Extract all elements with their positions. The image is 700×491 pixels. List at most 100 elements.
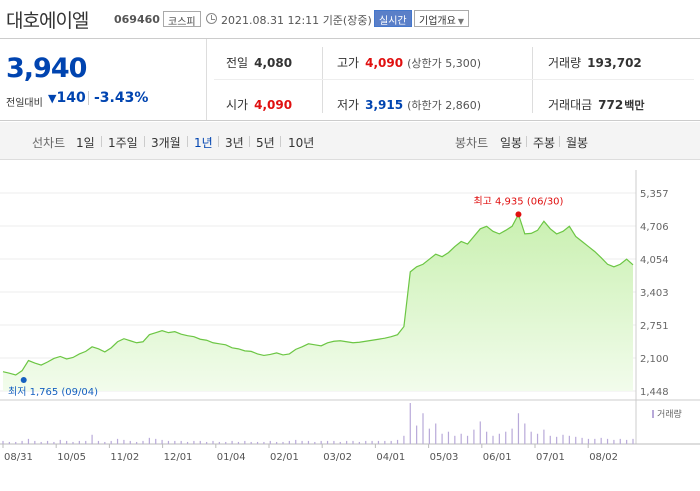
price-chart-svg: 5,357 4,706 4,054 3,403 2,751 2,100 1,448 거래량 최고… — [0, 170, 700, 463]
tab-monthly[interactable]: 월봉 — [566, 134, 588, 151]
volume-bar — [129, 440, 131, 444]
status-value: 기준(장중) — [322, 14, 372, 27]
tab-1y[interactable]: 1년 — [194, 134, 213, 151]
volume-bar — [511, 428, 513, 444]
low-label: 저가 — [337, 98, 360, 112]
price-panel: 3,940 전일대비 ▼140 -3.43% — [0, 39, 207, 120]
volume-bar — [377, 440, 380, 444]
volume-bar — [193, 440, 195, 444]
x-tick-label: 11/02 — [110, 452, 139, 463]
price-chart: 5,357 4,706 4,054 3,403 2,751 2,100 1,448 거래량 최고… — [0, 160, 700, 487]
volume-value: 193,702 — [587, 56, 642, 70]
volume-bar — [613, 439, 615, 444]
change-amount: ▼140 — [48, 90, 86, 106]
volume-bar — [225, 441, 227, 444]
volume-bar — [396, 439, 399, 444]
x-tick-label: 05/03 — [430, 452, 459, 463]
low-value: 3,915 — [365, 98, 404, 112]
y-tick-label: 3,403 — [640, 288, 669, 299]
volume-bar — [288, 440, 290, 444]
chart-tab-bar: 선차트 1일 1주일 3개월 1년 3년 5년 10년 봉차트 일봉 주봉 월봉 — [0, 122, 700, 160]
stock-name: 대호에이엘 — [6, 10, 89, 32]
stock-header: 대호에이엘 069460 코스피 2021.08.31 12:11 기준(장중)… — [0, 0, 700, 38]
volume-bar — [34, 440, 36, 444]
volume-bar — [498, 433, 500, 444]
x-tick-label: 08/31 — [4, 452, 33, 463]
volume-bar — [2, 440, 4, 444]
min-marker — [20, 376, 27, 383]
price-area — [3, 214, 633, 391]
tab-3m[interactable]: 3개월 — [151, 134, 181, 151]
volume-bar — [524, 423, 526, 444]
max-marker — [515, 211, 522, 218]
volume-bar — [104, 441, 106, 444]
volume-bar — [441, 433, 443, 444]
volume-bar — [276, 441, 278, 444]
volume-bar — [212, 440, 214, 444]
current-price: 3,940 — [6, 53, 87, 84]
tab-1w[interactable]: 1주일 — [108, 134, 138, 151]
volume-bar — [142, 440, 144, 444]
y-tick-label: 5,357 — [640, 189, 669, 200]
volume-bar — [123, 439, 125, 444]
volume-bar — [581, 437, 583, 444]
tab-5y[interactable]: 5년 — [256, 134, 275, 151]
volume-bar — [72, 441, 74, 444]
volume-legend-swatch — [652, 410, 654, 418]
volume-bar — [46, 440, 49, 444]
quote-datetime: 2021.08.31 12:11 기준(장중) — [221, 12, 372, 28]
volume-bar — [505, 431, 507, 444]
volume-bar — [199, 440, 201, 444]
volume-bar — [85, 440, 87, 444]
tab-divider — [280, 136, 281, 147]
volume-bar — [91, 434, 93, 444]
volume-bar — [416, 425, 418, 444]
volume-bar — [97, 440, 100, 444]
prev-close-cell: 전일 4,080 — [226, 54, 292, 71]
volume-bar — [346, 440, 348, 444]
tab-divider — [526, 136, 527, 147]
quote-panel: 3,940 전일대비 ▼140 -3.43% 전일 4,080 시가 4,090 고… — [0, 38, 700, 121]
company-overview-label: 기업개요 — [419, 16, 456, 27]
volume-bar — [136, 441, 138, 444]
quote-divider — [532, 47, 533, 113]
lower-limit: (하한가 2,860) — [407, 99, 481, 112]
volume-bar — [180, 440, 182, 444]
tab-1d[interactable]: 1일 — [76, 134, 95, 151]
tab-divider — [249, 136, 250, 147]
volume-bar — [568, 435, 570, 444]
volume-bar — [428, 428, 430, 444]
volume-bar — [626, 439, 628, 444]
prev-close-value: 4,080 — [254, 56, 293, 70]
tab-daily[interactable]: 일봉 — [500, 134, 522, 151]
volume-bar — [492, 435, 494, 444]
tab-10y[interactable]: 10년 — [288, 134, 314, 151]
volume-bar — [301, 440, 303, 444]
company-overview-button[interactable]: 기업개요 ▼ — [414, 10, 469, 27]
tab-divider — [187, 136, 188, 147]
high-cell: 고가 4,090 (상한가 5,300) — [337, 54, 481, 71]
volume-bar — [333, 440, 335, 444]
volume-bar — [556, 436, 558, 444]
clock-icon — [206, 13, 217, 24]
volume-bar — [384, 440, 386, 444]
amount-unit: 백만 — [624, 99, 645, 112]
volume-bar — [59, 439, 61, 444]
volume-bar — [365, 440, 367, 444]
volume-bar — [543, 429, 545, 444]
open-cell: 시가 4,090 — [226, 96, 292, 113]
volume-bar — [466, 435, 469, 444]
x-tick-label: 10/05 — [57, 452, 86, 463]
volume-bar — [244, 440, 246, 444]
volume-bar — [562, 434, 564, 444]
volume-bar — [587, 438, 590, 444]
volume-bar — [409, 403, 411, 444]
tab-weekly[interactable]: 주봉 — [533, 134, 555, 151]
realtime-button[interactable]: 실시간 — [374, 10, 412, 27]
change-percent: -3.43% — [94, 90, 149, 106]
tab-3y[interactable]: 3년 — [225, 134, 244, 151]
volume-bar — [148, 437, 150, 444]
x-tick-label: 01/04 — [217, 452, 246, 463]
change-label: 전일대비 — [6, 98, 43, 109]
amount-value: 772 — [598, 98, 624, 112]
